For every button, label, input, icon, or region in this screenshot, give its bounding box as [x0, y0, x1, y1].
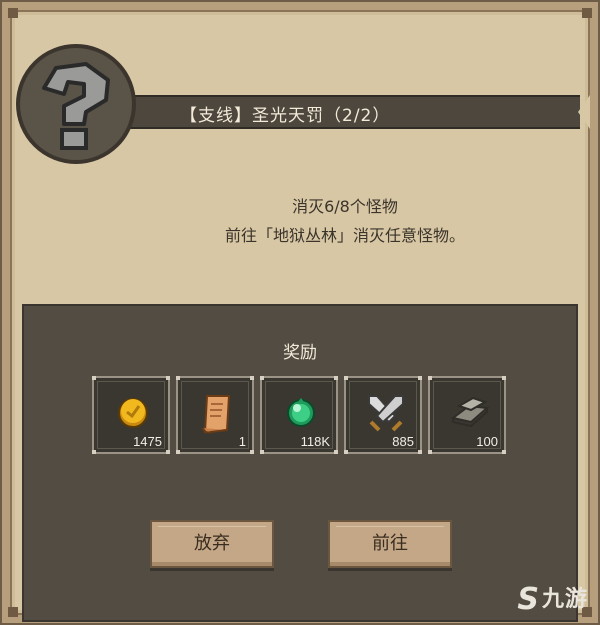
reward-slot[interactable]: 1475	[92, 376, 170, 454]
go-button[interactable]: 前往	[328, 520, 452, 568]
quest-progress: 消灭6/8个怪物	[292, 197, 398, 216]
quest-title-banner: 【支线】圣光天罚（2/2）	[110, 95, 590, 129]
frame-corner	[8, 8, 18, 18]
frame-corner	[8, 607, 18, 617]
green-gem-icon	[287, 398, 315, 427]
abandon-button[interactable]: 放弃	[150, 520, 274, 568]
quest-description: 前往「地狱丛林」消灭任意怪物。	[224, 226, 465, 245]
quest-giver-avatar	[16, 44, 136, 164]
watermark-text: 九游	[541, 587, 588, 612]
reward-title: 奖励	[283, 343, 317, 363]
reward-qty: 118K	[300, 434, 330, 449]
scroll-icon	[202, 395, 231, 434]
reward-slot[interactable]: 118K	[260, 376, 338, 454]
reward-qty: 1	[238, 434, 246, 449]
reward-slot[interactable]: 1	[176, 376, 254, 454]
watermark-logo: S	[517, 582, 540, 617]
reward-panel: 奖励 1475 1 118K 885 100 放弃 前往	[22, 304, 578, 622]
book-icon	[450, 396, 490, 428]
reward-qty: 1475	[133, 434, 162, 449]
crossed-swords-icon	[368, 395, 404, 432]
gold-coin-icon	[118, 398, 148, 428]
reward-qty: 885	[392, 434, 414, 449]
quest-title: 【支线】圣光天罚（2/2）	[180, 106, 391, 126]
reward-qty: 100	[476, 434, 498, 449]
reward-slot[interactable]: 885	[344, 376, 422, 454]
banner-tail	[578, 95, 590, 129]
frame-corner	[582, 8, 592, 18]
question-mark-icon	[42, 62, 110, 150]
reward-slot[interactable]: 100	[428, 376, 506, 454]
watermark: S九游	[517, 581, 588, 617]
